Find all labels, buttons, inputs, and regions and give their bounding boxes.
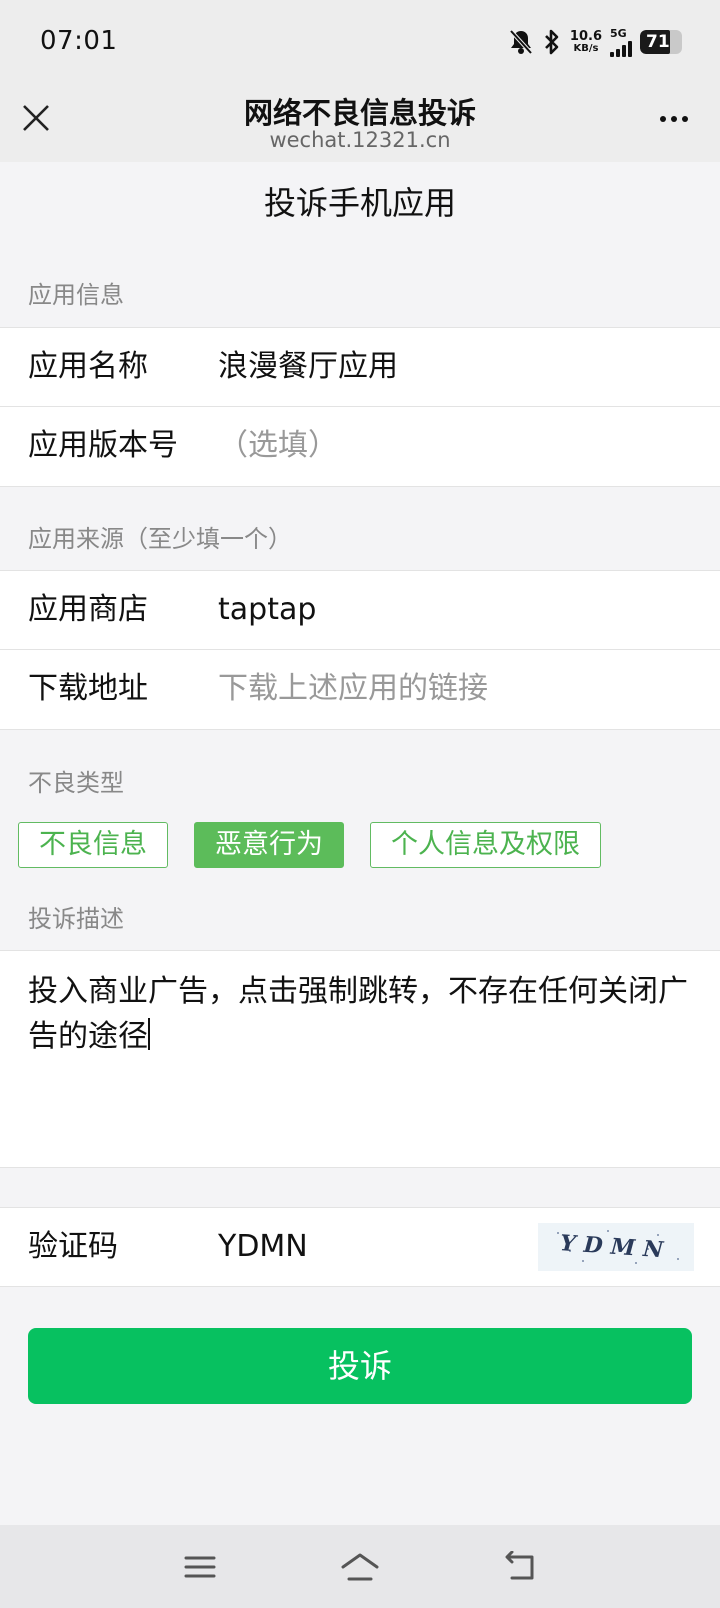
- status-icons: 10.6 KB/s 5G 71: [508, 26, 682, 58]
- app-name-input[interactable]: 浪漫餐厅应用: [218, 328, 398, 406]
- bluetooth-icon: [542, 28, 562, 56]
- submit-button[interactable]: 投诉: [28, 1328, 692, 1404]
- captcha-label: 验证码: [28, 1229, 118, 1264]
- download-url-label: 下载地址: [28, 671, 148, 706]
- bad-type-tags: 不良信息 恶意行为 个人信息及权限: [18, 822, 601, 868]
- app-store-input[interactable]: taptap: [218, 571, 316, 649]
- app-store-label: 应用商店: [28, 592, 148, 627]
- mute-bell-icon: [508, 28, 534, 56]
- browser-header: 网络不良信息投诉 wechat.12321.cn: [0, 82, 720, 162]
- home-icon[interactable]: [338, 1545, 382, 1589]
- description-text: 投入商业广告，点击强制跳转，不存在任何关闭广告的途径: [28, 974, 688, 1054]
- captcha-row[interactable]: 验证码 YDMN YDMN: [0, 1207, 720, 1287]
- app-version-label: 应用版本号: [28, 428, 178, 463]
- back-icon[interactable]: [498, 1545, 542, 1589]
- net-speed: 10.6 KB/s: [570, 30, 602, 54]
- section-label-description: 投诉描述: [28, 905, 124, 933]
- network-type: 5G: [610, 26, 627, 40]
- menu-icon[interactable]: [178, 1545, 222, 1589]
- text-caret: [148, 1018, 150, 1050]
- section-label-bad-type: 不良类型: [28, 769, 124, 797]
- battery-icon: 71: [640, 30, 682, 54]
- tag-personal-info-permissions[interactable]: 个人信息及权限: [370, 822, 601, 868]
- app-version-row[interactable]: 应用版本号 （选填）: [0, 406, 720, 487]
- page-header-title: 网络不良信息投诉: [243, 96, 476, 130]
- app-name-label: 应用名称: [28, 349, 148, 384]
- section-label-app-source: 应用来源（至少填一个）: [28, 525, 292, 553]
- section-label-app-info: 应用信息: [28, 281, 124, 309]
- app-store-row[interactable]: 应用商店 taptap: [0, 570, 720, 650]
- captcha-input[interactable]: YDMN: [218, 1208, 308, 1286]
- tag-malicious-behavior[interactable]: 恶意行为: [194, 822, 344, 868]
- signal-icon: 5G: [610, 28, 632, 57]
- tag-bad-info[interactable]: 不良信息: [18, 822, 168, 868]
- page-title: 投诉手机应用: [263, 184, 456, 222]
- download-url-row[interactable]: 下载地址 下载上述应用的链接: [0, 649, 720, 730]
- download-url-input[interactable]: 下载上述应用的链接: [218, 650, 488, 728]
- more-icon[interactable]: [654, 104, 694, 134]
- battery-level: 71: [646, 32, 670, 52]
- status-bar: 07:01 10.6 KB/s 5G 71: [0, 0, 720, 82]
- captcha-image[interactable]: YDMN: [538, 1223, 694, 1271]
- status-time: 07:01: [40, 26, 118, 56]
- page-url: wechat.12321.cn: [269, 128, 451, 152]
- net-speed-unit: KB/s: [573, 43, 599, 54]
- system-nav-bar: [0, 1525, 720, 1608]
- net-speed-value: 10.6: [569, 29, 602, 44]
- description-textarea[interactable]: 投入商业广告，点击强制跳转，不存在任何关闭广告的途径: [0, 950, 720, 1168]
- app-version-input[interactable]: （选填）: [218, 407, 338, 485]
- app-name-row[interactable]: 应用名称 浪漫餐厅应用: [0, 327, 720, 407]
